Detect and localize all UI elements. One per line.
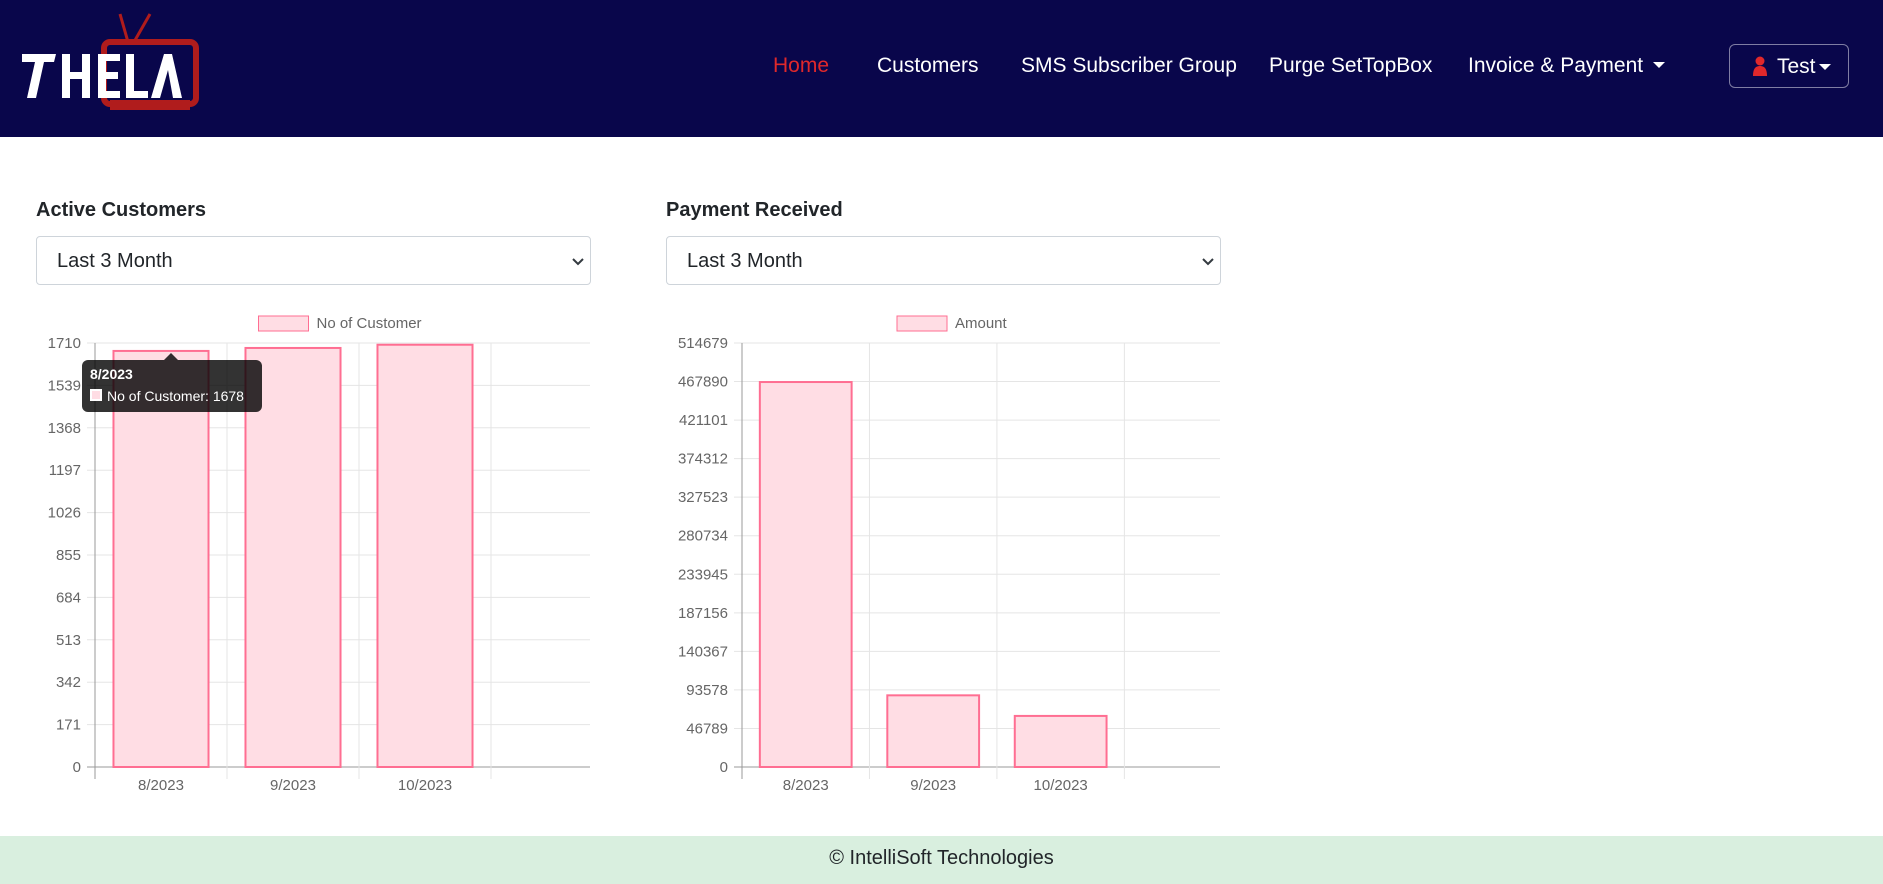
- nav-sms-subscriber-group[interactable]: SMS Subscriber Group: [1021, 54, 1237, 78]
- x-tick-label: 8/2023: [783, 777, 829, 794]
- chevron-down-icon: [1202, 258, 1214, 266]
- x-tick-label: 9/2023: [910, 777, 956, 794]
- chart-bar[interactable]: [376, 343, 474, 768]
- active-customers-title: Active Customers: [36, 199, 207, 221]
- nav-home[interactable]: Home: [773, 54, 829, 78]
- top-navbar: Home Customers SMS Subscriber Group Purg…: [0, 0, 1883, 137]
- y-tick-label: 855: [56, 547, 81, 564]
- y-tick-label: 1539: [48, 377, 81, 394]
- y-tick-label: 1710: [48, 335, 81, 352]
- chart-bar[interactable]: [244, 346, 342, 768]
- nav-invoice-payment-label: Invoice & Payment: [1468, 54, 1644, 77]
- caret-down-icon: [1819, 64, 1831, 70]
- select-value: Last 3 Month: [57, 250, 173, 272]
- legend-label: Amount: [955, 315, 1008, 332]
- legend-swatch: [258, 315, 309, 332]
- logo-lettering: [22, 54, 182, 98]
- y-tick-label: 1026: [48, 505, 81, 522]
- y-tick-label: 233945: [678, 566, 728, 583]
- y-tick-label: 513: [56, 632, 81, 649]
- chart-bar[interactable]: [758, 381, 853, 769]
- user-icon: [1753, 56, 1767, 76]
- tooltip-swatch: [90, 389, 102, 401]
- tooltip-body: No of Customer: 1678: [107, 388, 244, 404]
- y-tick-label: 280734: [678, 528, 728, 545]
- y-tick-label: 342: [56, 674, 81, 691]
- select-value: Last 3 Month: [687, 250, 803, 272]
- y-tick-label: 684: [56, 589, 81, 606]
- payment-received-period-select[interactable]: Last 3 Month: [666, 236, 1221, 285]
- tooltip-arrow: [164, 353, 178, 360]
- footer-copyright: © IntelliSoft Technologies: [829, 847, 1054, 869]
- nav-purge-settopbox[interactable]: Purge SetTopBox: [1269, 54, 1432, 78]
- chevron-down-icon: [572, 258, 584, 266]
- y-tick-label: 93578: [686, 682, 728, 699]
- y-tick-label: 514679: [678, 335, 728, 352]
- y-tick-label: 374312: [678, 451, 728, 468]
- payment-received-title: Payment Received: [666, 199, 843, 221]
- payment-received-chart: Amount 0 46789 93578 140367 187156 233945 28073…: [678, 315, 1220, 794]
- user-name: Test: [1777, 55, 1816, 78]
- nav-invoice-payment[interactable]: Invoice & Payment: [1468, 54, 1666, 78]
- legend-swatch: [896, 315, 948, 332]
- x-tick-label: 10/2023: [1034, 777, 1088, 794]
- y-tick-label: 327523: [678, 489, 728, 506]
- caret-down-icon: [1653, 62, 1666, 68]
- page-footer: © IntelliSoft Technologies: [0, 836, 1883, 884]
- active-customers-period-select[interactable]: Last 3 Month: [36, 236, 591, 285]
- y-tick-label: 1368: [48, 420, 81, 437]
- tahela-logo[interactable]: [20, 12, 202, 116]
- y-tick-label: 187156: [678, 605, 728, 622]
- x-tick-label: 8/2023: [138, 777, 184, 794]
- user-menu-button[interactable]: Test: [1729, 44, 1849, 88]
- y-tick-label: 140367: [678, 643, 728, 660]
- nav-customers[interactable]: Customers: [877, 54, 979, 78]
- y-tick-label: 0: [73, 759, 81, 776]
- y-tick-label: 467890: [678, 374, 728, 391]
- x-tick-label: 9/2023: [270, 777, 316, 794]
- y-tick-label: 171: [56, 717, 81, 734]
- chart-tooltip: 8/2023 No of Customer: 1678: [82, 360, 262, 412]
- y-tick-label: 0: [720, 759, 728, 776]
- tooltip-title: 8/2023: [90, 366, 133, 382]
- legend-label: No of Customer: [317, 315, 422, 332]
- x-tick-label: 10/2023: [398, 777, 452, 794]
- y-tick-label: 421101: [679, 412, 728, 429]
- chart-bar[interactable]: [1013, 714, 1108, 768]
- chart-bar[interactable]: [886, 694, 981, 769]
- chart-bar[interactable]: [112, 349, 210, 768]
- y-tick-label: 46789: [686, 720, 728, 737]
- y-tick-label: 1197: [49, 462, 81, 479]
